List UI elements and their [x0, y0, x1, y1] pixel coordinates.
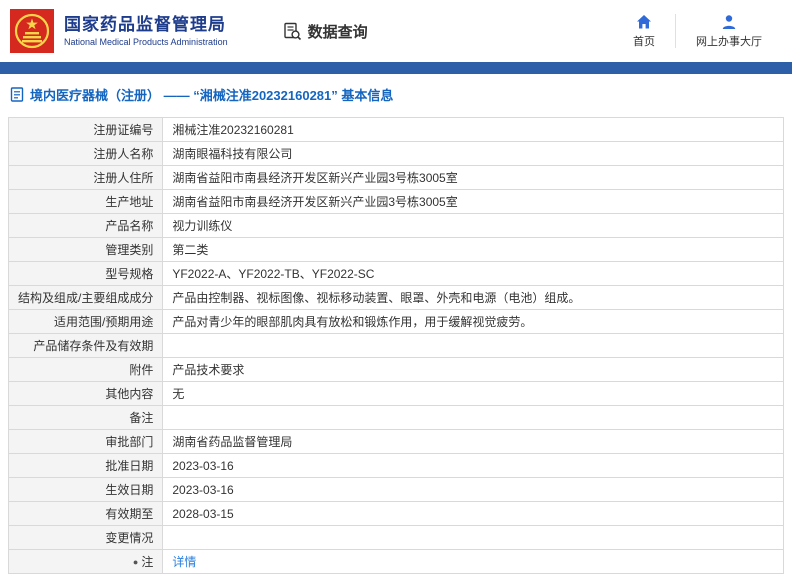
table-row: 审批部门 湖南省药品监督管理局: [7, 429, 784, 454]
detail-link[interactable]: 详情: [172, 555, 196, 569]
row-label: 注册人名称: [7, 141, 164, 166]
table-row: 生产地址 湖南省益阳市南县经济开发区新兴产业园3号栋3005室: [7, 189, 784, 214]
table-row: 生效日期 2023-03-16: [7, 477, 784, 502]
row-value: 产品由控制器、视标图像、视标移动装置、眼罩、外壳和电源（电池）组成。: [162, 285, 784, 310]
row-value: 视力训练仪: [162, 213, 784, 238]
nav-item-home[interactable]: 首页: [613, 14, 675, 49]
org-name-cn: 国家药品监督管理局: [64, 15, 226, 35]
row-value: 2023-03-16: [162, 477, 784, 502]
nav-data-query[interactable]: 数据查询: [283, 21, 368, 42]
person-icon: [722, 14, 736, 29]
breadcrumb: 境内医疗器械（注册） —— “湘械注准20232160281” 基本信息: [0, 74, 792, 113]
table-row: 型号规格 YF2022-A、YF2022-TB、YF2022-SC: [7, 261, 784, 286]
nav-item-service-hall[interactable]: 网上办事大厅: [676, 14, 782, 49]
table-row: 批准日期 2023-03-16: [7, 453, 784, 478]
row-label: 审批部门: [7, 429, 164, 454]
site-header: 国家药品监督管理局 National Medical Products Admi…: [0, 0, 792, 62]
row-label: 管理类别: [7, 237, 164, 262]
table-row: 管理类别 第二类: [7, 237, 784, 262]
row-label: 生产地址: [7, 189, 164, 214]
document-search-icon: [283, 22, 301, 40]
table-row: 有效期至 2028-03-15: [7, 501, 784, 526]
row-label: 生效日期: [7, 477, 164, 502]
row-value: 产品对青少年的眼部肌肉具有放松和锻炼作用，用于缓解视觉疲劳。: [162, 309, 784, 334]
table-row: 产品储存条件及有效期: [7, 333, 784, 358]
data-query-label: 数据查询: [307, 23, 368, 41]
info-table-body: 注册证编号 湘械注准20232160281 注册人名称 湖南眼福科技有限公司 注册人住所…: [7, 117, 784, 574]
row-label: 适用范围/预期用途: [7, 309, 164, 334]
nav-home-label: 首页: [633, 35, 655, 48]
row-value: 湖南省益阳市南县经济开发区新兴产业园3号栋3005室: [162, 165, 784, 190]
table-row: 其他内容无: [7, 381, 784, 406]
org-name-en: National Medical Products Administration: [64, 36, 228, 47]
row-label: 产品储存条件及有效期: [7, 333, 164, 358]
row-label: 有效期至: [7, 501, 164, 526]
row-label: ● 注: [7, 549, 164, 574]
row-label: 其他内容: [7, 381, 164, 406]
header-right-nav: 首页 网上办事大厅: [613, 14, 782, 49]
row-label: 产品名称: [7, 213, 164, 238]
row-value: 湘械注准20232160281: [162, 117, 784, 142]
row-value: 无: [162, 381, 784, 406]
row-label: 型号规格: [7, 261, 164, 286]
row-value: 湖南省药品监督管理局: [162, 429, 784, 454]
table-row: 附件 产品技术要求: [7, 357, 784, 382]
table-row: 变更情况: [7, 525, 784, 550]
table-row: 产品名称 视力训练仪: [7, 213, 784, 238]
info-table: 注册证编号 湘械注准20232160281 注册人名称 湖南眼福科技有限公司 注册人住所…: [7, 117, 784, 574]
home-icon: [637, 14, 651, 28]
row-value: YF2022-A、YF2022-TB、YF2022-SC: [162, 261, 784, 286]
table-row: 注册证编号 湘械注准20232160281: [7, 117, 784, 142]
table-row: 注册人名称 湖南眼福科技有限公司: [7, 141, 784, 166]
header-blue-bar: [0, 62, 792, 74]
row-value: [162, 525, 784, 550]
row-label: 注册人住所: [7, 165, 164, 190]
nmpa-emblem-logo: [10, 9, 54, 53]
row-value: [162, 405, 784, 430]
org-title: 国家药品监督管理局 National Medical Products Admi…: [64, 15, 228, 47]
table-row: 结构及组成/主要组成成分 产品由控制器、视标图像、视标移动装置、眼罩、外壳和电源（…: [7, 285, 784, 310]
table-row: 注册人住所 湖南省益阳市南县经济开发区新兴产业园3号栋3005室: [7, 165, 784, 190]
table-row: 备注: [7, 405, 784, 430]
table-row: ● 注详情: [7, 549, 784, 574]
page-icon: [10, 87, 24, 102]
row-value: 2028-03-15: [162, 501, 784, 526]
page-title: 境内医疗器械（注册） —— “湘械注准20232160281” 基本信息: [30, 88, 394, 103]
row-value: 第二类: [162, 237, 784, 262]
note-icon: ●: [132, 557, 139, 567]
row-label: 附件: [7, 357, 164, 382]
nav-hall-label: 网上办事大厅: [696, 35, 762, 48]
row-value: 产品技术要求: [162, 357, 784, 382]
row-label: 注册证编号: [7, 117, 164, 142]
row-value: 详情: [162, 549, 784, 574]
table-row: 适用范围/预期用途 产品对青少年的眼部肌肉具有放松和锻炼作用，用于缓解视觉疲劳。: [7, 309, 784, 334]
row-value: 2023-03-16: [162, 453, 784, 478]
row-value: [162, 333, 784, 358]
row-label: 批准日期: [7, 453, 164, 478]
row-label: 变更情况: [7, 525, 164, 550]
row-label: 备注: [7, 405, 164, 430]
row-label: 结构及组成/主要组成成分: [7, 285, 164, 310]
row-value: 湖南眼福科技有限公司: [162, 141, 784, 166]
row-value: 湖南省益阳市南县经济开发区新兴产业园3号栋3005室: [162, 189, 784, 214]
